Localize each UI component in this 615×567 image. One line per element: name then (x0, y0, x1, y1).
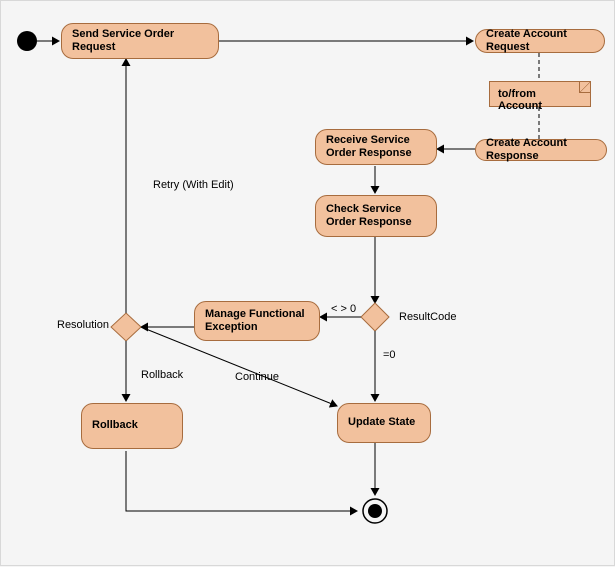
label-resolution: Resolution (57, 319, 109, 331)
label-retry: Retry (With Edit) (153, 179, 234, 191)
activity-send-service-order: Send Service Order Request (61, 23, 219, 59)
decision-resultcode (361, 303, 389, 331)
activity-update-state: Update State (337, 403, 431, 443)
initial-node (17, 31, 37, 51)
label-eq0: =0 (383, 349, 396, 361)
decision-resolution (111, 313, 141, 341)
label-rollback: Rollback (141, 369, 183, 381)
label-neq0: < > 0 (331, 303, 356, 315)
note-to-from-account: to/from Account (489, 81, 591, 107)
activity-create-account-response: Create Account Response (475, 139, 607, 161)
activity-create-account-request: Create Account Request (475, 29, 605, 53)
label-resultcode: ResultCode (399, 311, 456, 323)
activity-receive-response: Receive Service Order Response (315, 129, 437, 165)
activity-check-response: Check Service Order Response (315, 195, 437, 237)
final-node (368, 504, 382, 518)
label-continue: Continue (235, 371, 279, 383)
activity-rollback: Rollback (81, 403, 183, 449)
activity-manage-exception: Manage Functional Exception (194, 301, 320, 341)
